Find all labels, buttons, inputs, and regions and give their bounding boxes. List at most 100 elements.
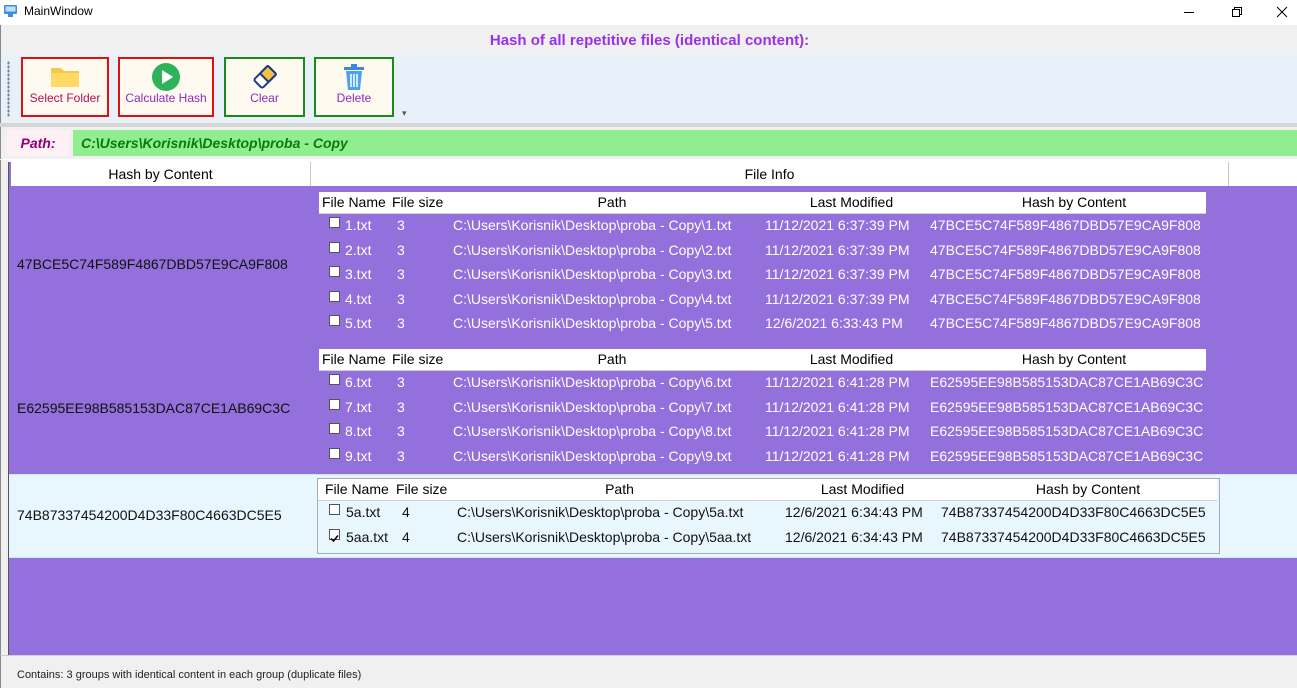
inner-column-header[interactable]: Path — [455, 194, 769, 210]
hash-group[interactable]: 47BCE5C74F589F4867DBD57E9CA9F808 File Nam… — [9, 186, 1297, 343]
inner-column-header[interactable]: Last Modified — [769, 351, 934, 367]
file-modified: 11/12/2021 6:37:39 PM — [765, 241, 910, 258]
file-hash: 47BCE5C74F589F4867DBD57E9CA9F808 — [930, 241, 1201, 258]
folder-icon — [51, 68, 79, 87]
checkbox[interactable] — [329, 504, 340, 515]
checkbox[interactable] — [329, 217, 340, 228]
delete-button[interactable]: Delete — [314, 57, 394, 117]
file-info-header: File Name File size Path Last Modified Hash … — [319, 192, 1206, 214]
file-path: C:\Users\Korisnik\Desktop\proba - Copy\9… — [453, 447, 732, 464]
file-hash: 47BCE5C74F589F4867DBD57E9CA9F808 — [930, 266, 1201, 282]
file-hash: E62595EE98B585153DAC87CE1AB69C3C — [930, 423, 1204, 439]
file-path: C:\Users\Korisnik\Desktop\proba - Copy\2… — [453, 241, 732, 258]
file-modified: 11/12/2021 6:41:28 PM — [765, 423, 910, 439]
close-icon — [1276, 6, 1288, 18]
file-modified: 11/12/2021 6:37:39 PM — [765, 290, 910, 307]
file-hash: 47BCE5C74F589F4867DBD57E9CA9F808 — [930, 290, 1201, 307]
file-name: 8.txt — [345, 423, 372, 439]
file-path: C:\Users\Korisnik\Desktop\proba - Copy\8… — [453, 423, 732, 439]
inner-column-header[interactable]: Hash by Content — [946, 481, 1230, 497]
checkbox[interactable] — [329, 315, 340, 326]
checkbox[interactable] — [329, 447, 340, 459]
app-icon — [4, 5, 17, 17]
file-name: 1.txt — [345, 217, 372, 233]
inner-column-header[interactable]: File Name — [322, 351, 392, 367]
toolbar-overflow-icon[interactable]: ▾ — [402, 108, 407, 119]
inner-column-header[interactable]: Path — [455, 351, 769, 367]
checkbox[interactable] — [329, 423, 340, 434]
minimize-button[interactable] — [1166, 0, 1212, 24]
file-path: C:\Users\Korisnik\Desktop\proba - Copy\5… — [453, 315, 732, 331]
close-button[interactable] — [1259, 0, 1297, 24]
checkbox[interactable] — [329, 241, 340, 253]
file-row[interactable]: 8.txt 3 C:\Users\Korisnik\Desktop\proba - … — [319, 420, 1206, 444]
file-row[interactable]: 3.txt 3 C:\Users\Korisnik\Desktop\proba - … — [319, 263, 1206, 287]
calculate-hash-button[interactable]: Calculate Hash — [118, 57, 214, 117]
clear-label: Clear — [250, 91, 279, 105]
play-icon — [152, 63, 180, 91]
file-name: 9.txt — [345, 447, 372, 464]
file-row[interactable]: 5a.txt 4 C:\Users\Korisnik\Desktop\proba -… — [318, 501, 1217, 525]
page-title: Hash of all repetitive files (identical … — [489, 32, 810, 49]
results-grid[interactable]: Hash by Content File Info 47BCE5C74F589F… — [8, 162, 1297, 655]
column-header-file-info[interactable]: File Info — [311, 162, 1229, 186]
inner-column-header[interactable]: Hash by Content — [934, 194, 1214, 210]
inner-column-header[interactable]: File Name — [322, 194, 392, 210]
clear-button[interactable]: Clear — [224, 57, 305, 117]
file-size: 4 — [402, 528, 410, 545]
file-modified: 12/6/2021 6:34:43 PM — [785, 528, 923, 545]
column-header-hash[interactable]: Hash by Content — [11, 162, 311, 186]
select-folder-button[interactable]: Select Folder — [21, 57, 109, 117]
inner-column-header[interactable]: Path — [460, 481, 779, 497]
hash-group[interactable]: 74B87337454200D4D33F80C4663DC5E5 File Nam… — [9, 474, 1297, 558]
inner-column-header[interactable]: File size — [396, 481, 460, 497]
select-folder-label: Select Folder — [29, 91, 101, 105]
hash-group[interactable]: E62595EE98B585153DAC87CE1AB69C3C File Nam… — [9, 343, 1297, 474]
restore-icon — [1232, 7, 1242, 17]
checkbox[interactable] — [329, 398, 340, 410]
file-name: 2.txt — [345, 241, 372, 258]
checkbox[interactable] — [329, 266, 340, 277]
file-row[interactable]: 5aa.txt 4 C:\Users\Korisnik\Desktop\proba … — [318, 526, 1217, 550]
title-bar: MainWindow — [0, 0, 1297, 24]
file-row[interactable]: 9.txt 3 C:\Users\Korisnik\Desktop\proba - … — [319, 445, 1206, 469]
path-value: C:\Users\Korisnik\Desktop\proba - Copy — [73, 130, 1297, 156]
file-path: C:\Users\Korisnik\Desktop\proba - Copy\1… — [453, 217, 732, 233]
file-path: C:\Users\Korisnik\Desktop\proba - Copy\5… — [457, 528, 752, 545]
group-hash: E62595EE98B585153DAC87CE1AB69C3C — [17, 400, 291, 416]
file-size: 3 — [397, 374, 405, 390]
file-row[interactable]: 4.txt 3 C:\Users\Korisnik\Desktop\proba - … — [319, 288, 1206, 312]
inner-column-header[interactable]: Last Modified — [769, 194, 934, 210]
window-title: MainWindow — [24, 4, 93, 18]
column-header-filler — [1229, 162, 1297, 186]
eraser-icon — [253, 65, 277, 89]
file-path: C:\Users\Korisnik\Desktop\proba - Copy\7… — [453, 398, 732, 415]
file-row[interactable]: 7.txt 3 C:\Users\Korisnik\Desktop\proba - … — [319, 396, 1206, 420]
checkbox[interactable] — [329, 374, 340, 385]
file-row[interactable]: 1.txt 3 C:\Users\Korisnik\Desktop\proba - … — [319, 214, 1206, 238]
file-hash: 47BCE5C74F589F4867DBD57E9CA9F808 — [930, 217, 1201, 233]
file-size: 3 — [397, 423, 405, 439]
file-row[interactable]: 2.txt 3 C:\Users\Korisnik\Desktop\proba - … — [319, 239, 1206, 263]
inner-column-header[interactable]: File size — [392, 351, 455, 367]
trash-icon — [344, 64, 364, 90]
file-modified: 12/6/2021 6:34:43 PM — [785, 504, 923, 520]
toolbar-grip[interactable] — [7, 61, 10, 117]
file-name: 5a.txt — [346, 504, 381, 520]
file-modified: 12/6/2021 6:33:43 PM — [765, 315, 903, 331]
status-bar: Contains: 3 groups with identical conten… — [0, 655, 1297, 688]
inner-column-header[interactable]: File Name — [325, 481, 396, 497]
checkbox[interactable] — [329, 290, 340, 302]
restore-button[interactable] — [1214, 0, 1260, 24]
file-row[interactable]: 5.txt 3 C:\Users\Korisnik\Desktop\proba - … — [319, 312, 1206, 336]
file-modified: 11/12/2021 6:41:28 PM — [765, 447, 910, 464]
group-hash: 74B87337454200D4D33F80C4663DC5E5 — [17, 507, 282, 523]
inner-column-header[interactable]: Hash by Content — [934, 351, 1214, 367]
inner-column-header[interactable]: File size — [392, 194, 455, 210]
inner-column-header[interactable]: Last Modified — [779, 481, 946, 497]
path-label: Path: — [7, 130, 69, 156]
file-name: 7.txt — [345, 398, 372, 415]
file-name: 5.txt — [345, 315, 372, 331]
file-row[interactable]: 6.txt 3 C:\Users\Korisnik\Desktop\proba - … — [319, 371, 1206, 395]
checkbox-checked[interactable] — [329, 528, 340, 542]
